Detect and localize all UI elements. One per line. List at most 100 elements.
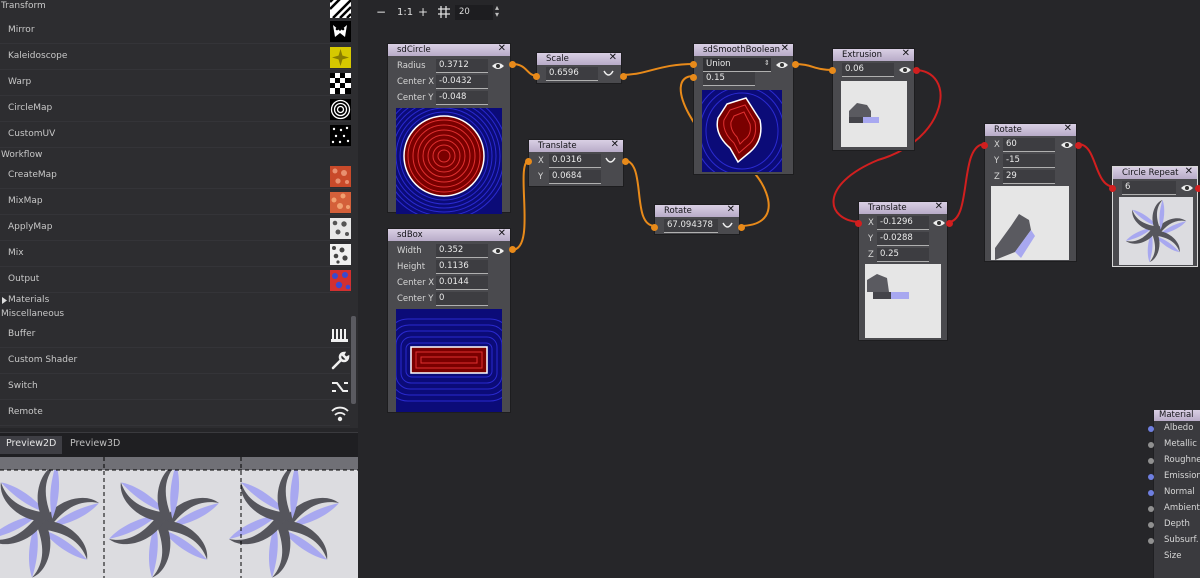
boolean-op-dropdown[interactable]: Union [703,58,771,72]
scale-field[interactable]: 0.6596 [546,67,598,81]
node-material[interactable]: Material Albedo Metallic Roughness Emiss… [1153,410,1200,578]
zoom-out-button[interactable]: − [376,5,386,19]
close-icon[interactable]: ✕ [611,140,619,150]
close-icon[interactable]: ✕ [902,49,910,59]
node-title[interactable]: Scale ✕ [537,53,621,65]
snap-grid-icon[interactable] [438,6,450,18]
output-port[interactable] [620,73,627,80]
zoom-reset-button[interactable]: 1:1 [397,7,413,18]
angle-field[interactable]: 67.094378 [664,219,718,233]
output-port[interactable] [913,67,920,74]
node-rotate-3d[interactable]: Rotate ✕ X 60 Y -15 Z 29 [981,123,1082,262]
library-item-buffer[interactable]: Buffer [0,322,350,348]
output-port[interactable] [1195,185,1200,192]
library-category-miscellaneous[interactable]: Miscellaneous [0,308,350,322]
node-circle-repeat[interactable]: Circle Repeat ✕ 6 [1109,166,1200,267]
node-sdcircle[interactable]: sdCircle ✕ Radius 0.3712 Center X -0.0432 C… [387,43,516,214]
close-icon[interactable]: ✕ [1064,124,1072,134]
y-field[interactable]: 0.0684 [549,170,601,184]
input-port[interactable] [1148,538,1154,544]
library-item-custom-shader[interactable]: Custom Shader [0,348,350,374]
output-port[interactable] [509,246,516,253]
grid-size-spinner[interactable]: ▴ ▾ [495,4,499,19]
y-field[interactable]: -15 [1003,154,1055,168]
z-field[interactable]: 0.25 [877,248,929,262]
node-extrusion[interactable]: Extrusion ✕ 0.06 [829,48,920,151]
output-port[interactable] [738,224,745,231]
node-title[interactable]: sdBox ✕ [388,229,510,241]
library-item-kaleidoscope[interactable]: Kaleidoscope [0,44,351,70]
input-port[interactable] [981,142,988,149]
node-title[interactable]: Extrusion ✕ [833,49,914,61]
tab-preview2d[interactable]: Preview2D [0,436,63,454]
node-translate[interactable]: Translate ✕ X 0.0316 Y 0.0684 [525,139,629,187]
library-item-warp[interactable]: Warp [0,70,351,96]
curve-icon[interactable] [605,157,616,164]
input-port[interactable] [525,158,532,165]
close-icon[interactable]: ✕ [498,229,506,239]
library-item-mix[interactable]: Mix [0,241,351,267]
eye-icon[interactable] [492,62,504,70]
library-scrollbar[interactable] [351,316,356,404]
input-port[interactable] [1148,442,1154,448]
eye-icon[interactable] [1061,141,1073,149]
library-item-mirror[interactable]: Mirror [0,18,351,44]
node-translate-3d[interactable]: Translate ✕ X -0.1296 Y -0.0288 Z 0.25 [855,201,953,341]
output-port[interactable] [509,61,516,68]
node-sdbox[interactable]: sdBox ✕ Width 0.352 Height 0.1136 Center X0… [387,228,516,413]
height-field[interactable]: 0.1136 [436,260,488,274]
close-icon[interactable]: ✕ [727,205,735,215]
x-field[interactable]: 60 [1003,138,1055,152]
library-category-transform[interactable]: Transform [0,0,351,18]
input-port[interactable] [1148,506,1154,512]
x-field[interactable]: 0.0316 [549,154,601,168]
input-port[interactable] [690,61,697,68]
eye-icon[interactable] [776,61,788,69]
input-port[interactable] [1148,474,1154,480]
library-item-createmap[interactable]: CreateMap [0,163,351,189]
input-port[interactable] [651,224,658,231]
output-port[interactable] [792,61,799,68]
library-item-applymap[interactable]: ApplyMap [0,215,351,241]
tab-preview3d[interactable]: Preview3D [64,436,126,454]
eye-icon[interactable] [492,247,504,255]
node-title[interactable]: Translate ✕ [529,140,623,152]
center-x-field[interactable]: 0.0144 [436,276,488,290]
node-title[interactable]: sdCircle ✕ [388,44,510,56]
width-field[interactable]: 0.352 [436,244,488,258]
close-icon[interactable]: ✕ [781,44,789,54]
input-port[interactable] [1148,426,1154,432]
node-title[interactable]: Rotate ✕ [655,205,739,217]
library-item-mixmap[interactable]: MixMap [0,189,351,215]
library-category-materials[interactable]: Materials [0,294,350,308]
library-item-switch[interactable]: Switch [0,374,350,400]
library-item-circlemap[interactable]: CircleMap [0,96,351,122]
library-item-remote[interactable]: Remote [0,400,350,426]
eye-icon[interactable] [933,219,945,227]
node-title[interactable]: Translate ✕ [859,202,947,214]
z-field[interactable]: 29 [1003,170,1055,184]
grid-size-input[interactable]: 20 [455,5,493,20]
library-category-workflow[interactable]: Workflow [0,149,350,163]
center-y-field[interactable]: 0 [436,292,488,306]
curve-icon[interactable] [603,70,614,77]
close-icon[interactable]: ✕ [609,53,617,63]
node-title[interactable]: Circle Repeat ✕ [1113,167,1197,179]
y-field[interactable]: -0.0288 [877,232,929,246]
library-item-customuv[interactable]: CustomUV [0,122,351,148]
input-port[interactable] [533,73,540,80]
library-item-output[interactable]: Output [0,267,351,293]
node-title[interactable]: Material [1154,410,1200,421]
smoothness-field[interactable]: 0.15 [703,72,755,86]
close-icon[interactable]: ✕ [935,202,943,212]
center-x-field[interactable]: -0.0432 [436,75,488,89]
eye-icon[interactable] [899,66,911,74]
curve-icon[interactable] [722,222,733,229]
close-icon[interactable]: ✕ [1185,167,1193,177]
close-icon[interactable]: ✕ [498,44,506,54]
depth-field[interactable]: 0.06 [842,63,894,77]
zoom-in-button[interactable]: + [418,5,428,19]
output-port[interactable] [622,158,629,165]
node-title[interactable]: Rotate ✕ [985,124,1076,136]
output-port[interactable] [1075,142,1082,149]
